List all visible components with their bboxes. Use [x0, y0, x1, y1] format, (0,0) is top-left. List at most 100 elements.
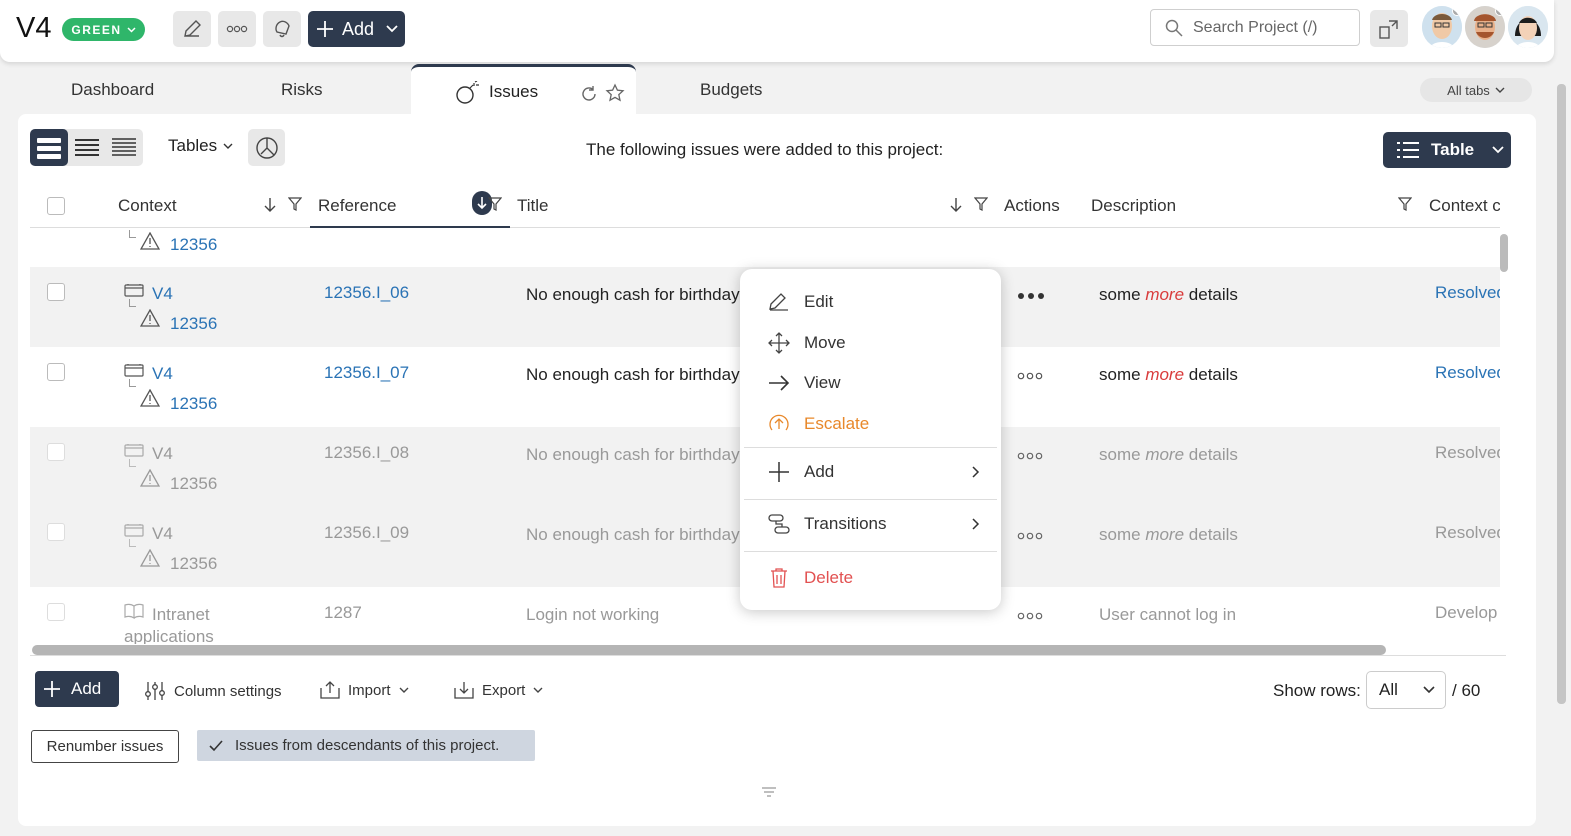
avatar[interactable] — [1508, 6, 1548, 48]
switch-view-button[interactable] — [1370, 10, 1408, 47]
row-checkbox[interactable] — [47, 603, 65, 621]
more-horizontal-icon[interactable] — [1017, 612, 1043, 620]
status-badge[interactable]: GREEN — [62, 18, 145, 41]
sort-icon[interactable] — [950, 197, 962, 213]
row-checkbox[interactable] — [47, 363, 65, 381]
reference-link[interactable]: 12356.I_08 — [324, 443, 409, 463]
bell-button[interactable] — [263, 11, 301, 47]
upload-icon — [320, 681, 340, 699]
star-icon[interactable] — [605, 83, 625, 103]
menu-item-move[interactable]: Move — [768, 331, 980, 355]
sort-icon[interactable] — [264, 197, 276, 213]
filter-icon[interactable] — [1398, 197, 1412, 211]
context-link[interactable]: V4 — [152, 524, 173, 544]
context-link[interactable]: V4 — [152, 284, 173, 304]
select-all-checkbox[interactable] — [47, 197, 65, 215]
filter-icon[interactable] — [288, 197, 302, 211]
tab-issues[interactable]: Issues — [411, 64, 636, 116]
edit-project-button[interactable] — [173, 11, 211, 47]
add-menu-button[interactable]: Add — [308, 11, 405, 47]
filter-icon[interactable] — [488, 197, 502, 211]
tab-risks[interactable]: Risks — [281, 80, 323, 100]
issue-link[interactable]: 12356 — [170, 235, 217, 255]
column-header-title[interactable]: Title — [517, 196, 549, 216]
menu-item-view[interactable]: View — [768, 371, 980, 395]
row-checkbox[interactable] — [47, 443, 65, 461]
issue-link[interactable]: 12356 — [170, 394, 217, 414]
more-options-button[interactable] — [218, 11, 256, 47]
more-horizontal-icon[interactable] — [1017, 532, 1043, 540]
descendants-toggle[interactable]: Issues from descendants of this project. — [197, 730, 535, 761]
status-link[interactable]: Resolved — [1435, 443, 1500, 463]
search-input[interactable]: Search Project (/) — [1150, 9, 1360, 46]
tab-budgets[interactable]: Budgets — [700, 80, 762, 100]
reference-link[interactable]: 12356.I_09 — [324, 523, 409, 543]
menu-item-escalate[interactable]: Escalate — [768, 412, 980, 436]
view-mode-button[interactable]: Table — [1383, 132, 1511, 168]
tables-dropdown[interactable]: Tables — [168, 136, 233, 156]
title-cell: No enough cash for birthday — [526, 285, 740, 304]
density-dense-button[interactable] — [105, 129, 143, 166]
vertical-scrollbar[interactable] — [1500, 234, 1508, 272]
add-issue-label: Add — [71, 679, 102, 698]
more-horizontal-icon[interactable] — [1017, 452, 1043, 460]
reference-link[interactable]: 12356.I_06 — [324, 283, 409, 303]
chart-button[interactable] — [248, 129, 285, 166]
density-comfortable-button[interactable] — [30, 129, 68, 166]
context-link[interactable]: Intranet — [152, 605, 210, 625]
status-link[interactable]: Resolved — [1435, 523, 1500, 543]
column-header-reference[interactable]: Reference — [318, 196, 396, 216]
menu-item-delete[interactable]: Delete — [768, 566, 980, 590]
issue-link[interactable]: 12356 — [170, 554, 217, 574]
add-issue-button[interactable]: Add — [35, 671, 119, 707]
export-label: Export — [482, 681, 526, 699]
reference-link[interactable]: 12356.I_07 — [324, 363, 409, 383]
table-header: Context Reference Title Actions Descript… — [30, 186, 1500, 228]
more-horizontal-icon[interactable] — [1017, 372, 1043, 380]
refresh-icon[interactable] — [580, 85, 598, 103]
reference-link[interactable]: 1287 — [324, 603, 362, 623]
desc-before: some — [1099, 285, 1141, 304]
column-header-context-status[interactable]: Context c — [1429, 196, 1500, 216]
resize-handle-icon[interactable] — [762, 786, 776, 798]
page-scrollbar[interactable] — [1557, 84, 1566, 704]
context-link-line2[interactable]: applications — [124, 627, 214, 644]
menu-item-transitions[interactable]: Transitions — [768, 512, 980, 536]
chevron-right-icon — [972, 466, 980, 478]
column-settings-button[interactable]: Column settings — [144, 681, 282, 701]
column-header-description[interactable]: Description — [1091, 196, 1176, 216]
import-dropdown[interactable]: Import — [320, 681, 409, 699]
trash-icon — [771, 568, 787, 588]
filter-icon[interactable] — [974, 197, 988, 211]
warning-icon — [140, 232, 160, 250]
context-link[interactable]: V4 — [152, 364, 173, 384]
show-rows-select[interactable]: All — [1366, 671, 1446, 709]
renumber-issues-button[interactable]: Renumber issues — [31, 730, 179, 763]
horizontal-scrollbar[interactable] — [32, 645, 1386, 655]
row-checkbox[interactable] — [47, 283, 65, 301]
status-link[interactable]: Resolved — [1435, 283, 1500, 303]
menu-item-edit[interactable]: Edit — [768, 290, 980, 314]
row-checkbox[interactable] — [47, 523, 65, 541]
column-header-actions[interactable]: Actions — [1004, 196, 1060, 216]
list-icon — [1397, 142, 1419, 158]
issue-link[interactable]: 12356 — [170, 474, 217, 494]
status-link[interactable]: Develop — [1435, 603, 1500, 623]
issue-link[interactable]: 12356 — [170, 314, 217, 334]
context-link[interactable]: V4 — [152, 444, 173, 464]
pencil-icon — [184, 20, 201, 37]
tab-dashboard[interactable]: Dashboard — [71, 80, 154, 100]
avatar[interactable] — [1465, 6, 1505, 48]
table-row[interactable]: 12356 — [30, 228, 1500, 268]
download-icon — [454, 682, 474, 699]
all-tabs-button[interactable]: All tabs — [1420, 78, 1532, 102]
density-compact-button[interactable] — [68, 129, 106, 166]
title-cell: No enough cash for birthday — [526, 365, 740, 384]
menu-item-add[interactable]: Add — [768, 460, 980, 484]
status-link[interactable]: Resolved — [1435, 363, 1500, 383]
sort-descending-icon — [477, 197, 487, 210]
avatar[interactable] — [1422, 6, 1462, 48]
more-horizontal-icon[interactable] — [1017, 292, 1045, 300]
export-dropdown[interactable]: Export — [454, 681, 543, 699]
column-header-context[interactable]: Context — [118, 196, 177, 216]
